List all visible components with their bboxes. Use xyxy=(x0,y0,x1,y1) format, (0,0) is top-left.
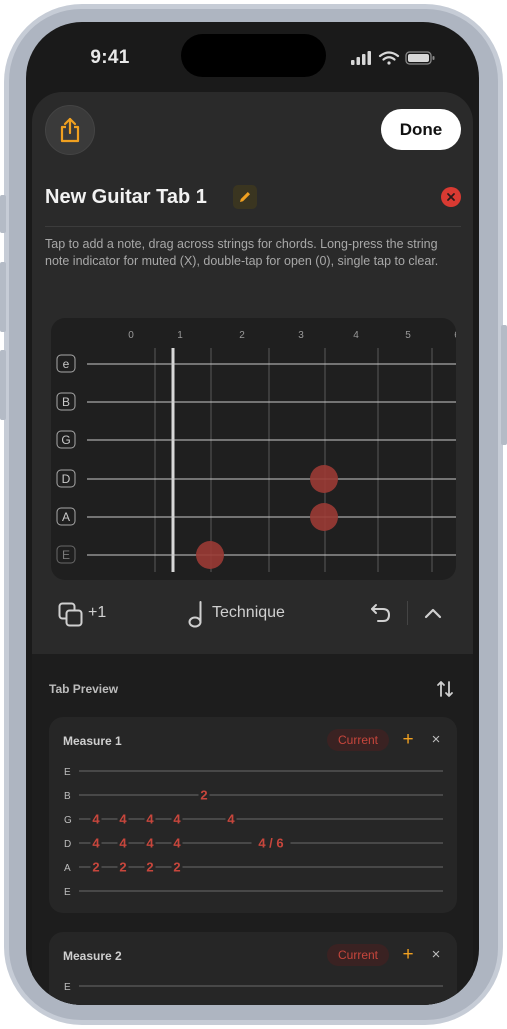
tab-note: 4 xyxy=(173,836,181,851)
signal-icon xyxy=(351,51,371,65)
tab-note: 4 / 6 xyxy=(258,836,283,851)
fret-number: 1 xyxy=(177,330,183,341)
pencil-icon xyxy=(240,192,250,202)
technique-label[interactable]: Technique xyxy=(212,604,285,622)
mute-switch xyxy=(0,195,6,233)
technique-button[interactable] xyxy=(188,600,206,633)
power-button xyxy=(501,325,507,445)
fret-number: 6 xyxy=(454,330,456,341)
note-dot xyxy=(196,541,224,569)
tab-note: 2 xyxy=(146,860,153,875)
string-label: G xyxy=(61,433,70,447)
copy-measure-button[interactable] xyxy=(58,602,84,633)
tab-title: New Guitar Tab 1 xyxy=(45,186,207,208)
wifi-icon xyxy=(378,51,400,65)
tab-note: 4 xyxy=(227,812,235,827)
title-divider xyxy=(45,226,461,227)
staff-string-label: E xyxy=(64,982,71,993)
battery-icon xyxy=(405,51,435,65)
measure-card[interactable]: Measure 2 Current + × EB xyxy=(49,932,457,1005)
tab-note: 2 xyxy=(119,860,126,875)
tab-note: 2 xyxy=(200,788,207,803)
copy-count-label: +1 xyxy=(88,604,107,621)
tab-preview-section: Tab Preview Measure 1 Current + × EBGDAE… xyxy=(32,654,473,1005)
volume-up-button xyxy=(0,262,6,332)
measure-staff: EB xyxy=(64,982,443,993)
fretboard-svg[interactable]: 0 1 2 3 4 5 6 e B G D A E xyxy=(51,318,456,580)
fret-number: 0 xyxy=(128,330,134,341)
string-label: A xyxy=(62,510,70,524)
measure-card[interactable]: Measure 1 Current + × EBGDAE24444444444 … xyxy=(49,717,457,913)
delete-tab-button[interactable] xyxy=(441,187,461,207)
copy-icon xyxy=(58,602,83,627)
dynamic-island xyxy=(181,34,326,77)
string-label: E xyxy=(62,548,70,562)
edit-title-button[interactable] xyxy=(233,185,257,209)
tab-note: 2 xyxy=(92,860,99,875)
staff-string-label: D xyxy=(64,839,71,850)
undo-button[interactable] xyxy=(370,603,392,628)
toolbar-divider xyxy=(407,601,408,625)
fret-number: 2 xyxy=(239,330,245,341)
fretboard[interactable]: 0 1 2 3 4 5 6 e B G D A E xyxy=(51,318,456,580)
staff-string-label: G xyxy=(64,815,72,826)
undo-icon xyxy=(371,604,391,622)
share-icon xyxy=(60,117,80,143)
fret-number: 5 xyxy=(405,330,411,341)
share-button[interactable] xyxy=(45,105,95,155)
reorder-button[interactable] xyxy=(436,680,454,703)
fret-number: 3 xyxy=(298,330,304,341)
tab-note: 4 xyxy=(146,812,154,827)
staff-string-label: A xyxy=(64,863,71,874)
chevron-up-icon xyxy=(424,608,442,619)
instructions-text: Tap to add a note, drag across strings f… xyxy=(45,237,439,268)
tab-note: 4 xyxy=(92,836,100,851)
status-time: 9:41 xyxy=(90,47,130,68)
sort-arrows-icon xyxy=(437,681,453,697)
screen: 9:41 Done New Guitar Tab 1 Tap to add a … xyxy=(26,22,479,1005)
music-note-icon xyxy=(188,601,202,628)
close-icon xyxy=(447,193,455,201)
string-label: D xyxy=(62,472,71,486)
tab-note: 4 xyxy=(173,812,181,827)
tab-note: 2 xyxy=(173,860,180,875)
tab-note: 4 xyxy=(146,836,154,851)
note-dot xyxy=(310,465,338,493)
status-icons xyxy=(351,51,435,65)
preview-title: Tab Preview xyxy=(49,682,119,696)
tab-note: 4 xyxy=(119,812,127,827)
collapse-button[interactable] xyxy=(424,606,442,624)
fret-number: 4 xyxy=(353,330,359,341)
string-label: B xyxy=(62,395,70,409)
staff-string-label: E xyxy=(64,887,71,898)
tab-note: 4 xyxy=(119,836,127,851)
volume-down-button xyxy=(0,350,6,420)
done-button[interactable]: Done xyxy=(381,109,461,150)
staff-string-label: B xyxy=(64,791,71,802)
editor-sheet: Done New Guitar Tab 1 Tap to add a note,… xyxy=(32,92,473,1005)
note-dot xyxy=(310,503,338,531)
tab-note: 4 xyxy=(92,812,100,827)
measure-staff: E B G D A E 2 4 4 4 4 4 4 4 4 4 4 / 6 2 2 2 2 xyxy=(64,767,443,898)
staff-string-label: E xyxy=(64,767,71,778)
string-label: e xyxy=(63,357,70,371)
